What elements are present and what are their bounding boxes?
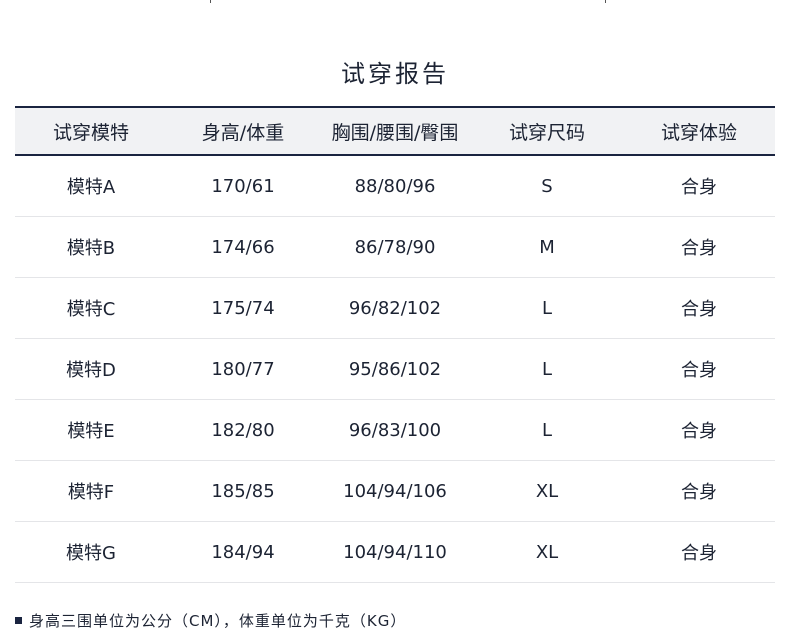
table-row: 模特F 185/85 104/94/106 XL 合身 [15,461,775,522]
cell-model: 模特E [67,421,115,442]
cell-size: L [541,358,553,380]
cell-measurements: 96/82/102 [348,297,442,319]
cell-size: XL [535,480,559,502]
cell-model: 模特F [67,482,115,503]
cell-measurements: 96/83/100 [348,419,442,441]
cell-height-weight: 170/61 [211,175,275,197]
page-title: 试穿报告 [341,60,449,88]
divider-tick [605,0,606,3]
header-fit: 试穿体验 [660,121,737,144]
cell-model: 模特D [66,360,116,381]
cell-measurements: 88/80/96 [354,175,436,197]
table-row: 模特E 182/80 96/83/100 L 合身 [15,400,775,461]
table-row: 模特D 180/77 95/86/102 L 合身 [15,339,775,400]
table-header: 试穿模特 身高/体重 胸围/腰围/臀围 试穿尺码 试穿体验 [15,106,775,156]
cell-measurements: 95/86/102 [348,358,442,380]
header-measurements: 胸围/腰围/臀围 [331,121,459,144]
fitting-report-table: 试穿模特 身高/体重 胸围/腰围/臀围 试穿尺码 试穿体验 模特A 170/61 8… [15,106,775,583]
table-row: 模特G 184/94 104/94/110 XL 合身 [15,522,775,583]
header-size: 试穿尺码 [508,121,585,144]
cell-size: L [541,419,553,441]
cell-height-weight: 184/94 [211,541,275,563]
cell-height-weight: 180/77 [211,358,275,380]
header-model: 试穿模特 [52,121,129,144]
cell-fit: 合身 [681,543,717,564]
cell-fit: 合身 [681,421,717,442]
table-row: 模特A 170/61 88/80/96 S 合身 [15,156,775,217]
cell-fit: 合身 [681,482,717,503]
cell-size: L [541,297,553,319]
header-height-weight: 身高/体重 [201,121,285,144]
cell-measurements: 104/94/106 [343,480,447,502]
table-row: 模特C 175/74 96/82/102 L 合身 [15,278,775,339]
cell-size: M [539,236,555,258]
cell-model: 模特G [66,543,116,564]
cell-measurements: 104/94/110 [343,541,447,563]
divider-tick [210,0,211,3]
cell-size: S [541,175,553,197]
cell-measurements: 86/78/90 [354,236,436,258]
cell-height-weight: 182/80 [211,419,275,441]
cell-height-weight: 185/85 [211,480,275,502]
cell-fit: 合身 [681,238,717,259]
cell-height-weight: 175/74 [211,297,275,319]
table-row: 模特B 174/66 86/78/90 M 合身 [15,217,775,278]
bullet-square-icon [15,617,22,624]
cell-height-weight: 174/66 [211,236,275,258]
cell-fit: 合身 [681,177,717,198]
cell-fit: 合身 [681,360,717,381]
cell-model: 模特B [66,238,116,259]
cell-model: 模特C [66,299,116,320]
cell-size: XL [535,541,559,563]
cell-fit: 合身 [681,299,717,320]
cell-model: 模特A [66,177,116,198]
